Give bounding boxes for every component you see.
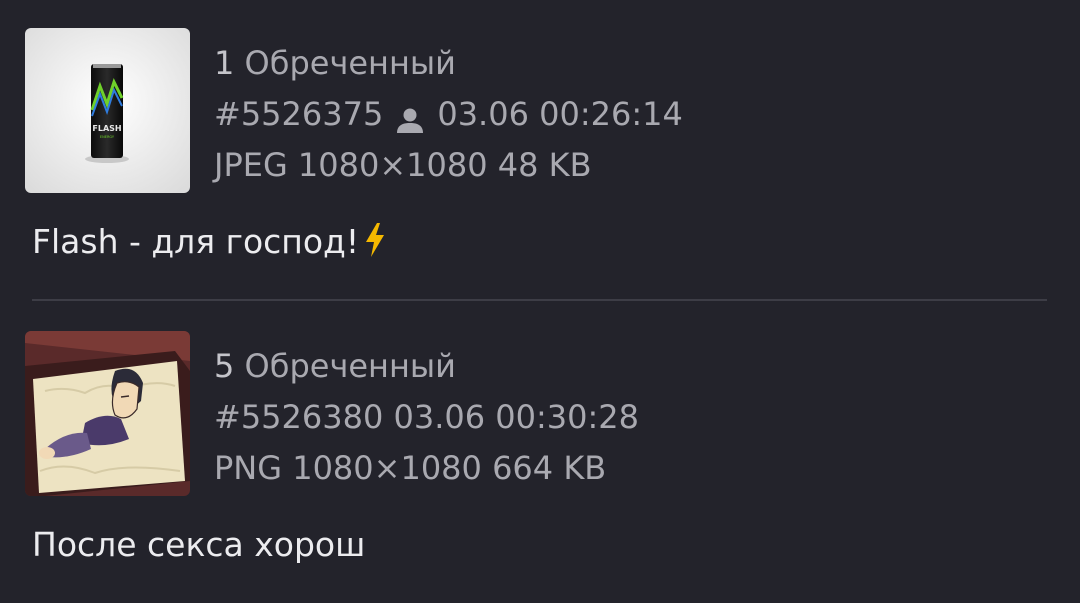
post-id[interactable]: #5526375	[214, 89, 383, 140]
post-comment: После секса хорош	[32, 523, 365, 567]
energy-drink-image: FLASH ENERGY	[25, 28, 190, 193]
svg-text:FLASH: FLASH	[92, 124, 121, 133]
user-icon	[395, 100, 425, 133]
post-number[interactable]: 5	[214, 341, 234, 392]
post-id-line: #5526375 03.06 00:26:14	[214, 89, 683, 140]
post-comment: Flash - для господ!	[32, 220, 387, 269]
comment-text: После секса хорош	[32, 525, 366, 564]
file-info[interactable]: JPEG 1080×1080 48 KB	[214, 140, 592, 191]
post-datetime: 03.06 00:30:28	[393, 398, 640, 436]
thread-feed: FLASH ENERGY 1 Обреченный #5526375 03.06…	[0, 0, 1080, 603]
post-thumbnail[interactable]: FLASH ENERGY	[25, 28, 190, 193]
post-header-line: 5 Обреченный	[214, 341, 639, 392]
post-file-info: PNG 1080×1080 664 KB	[214, 443, 639, 494]
svg-text:ENERGY: ENERGY	[100, 135, 115, 139]
post-meta: 5 Обреченный #5526380 03.06 00:30:28 PNG…	[214, 341, 639, 494]
post-number[interactable]: 1	[214, 38, 234, 89]
post-id[interactable]: #5526380	[214, 392, 383, 443]
post-file-info: JPEG 1080×1080 48 KB	[214, 140, 683, 191]
cartoon-coffin-image	[25, 331, 190, 496]
post-divider	[32, 299, 1047, 301]
comment-text: Flash - для господ!	[32, 222, 360, 261]
post-datetime: 03.06 00:26:14	[437, 95, 683, 133]
post-id-line: #5526380 03.06 00:30:28	[214, 392, 639, 443]
post-author: Обреченный	[244, 44, 456, 82]
lightning-icon	[363, 222, 387, 269]
post-thumbnail[interactable]	[25, 331, 190, 496]
file-info[interactable]: PNG 1080×1080 664 KB	[214, 443, 606, 494]
post-header-line: 1 Обреченный	[214, 38, 683, 89]
post-author: Обреченный	[244, 347, 456, 385]
post-meta: 1 Обреченный #5526375 03.06 00:26:14 JPE…	[214, 38, 683, 191]
